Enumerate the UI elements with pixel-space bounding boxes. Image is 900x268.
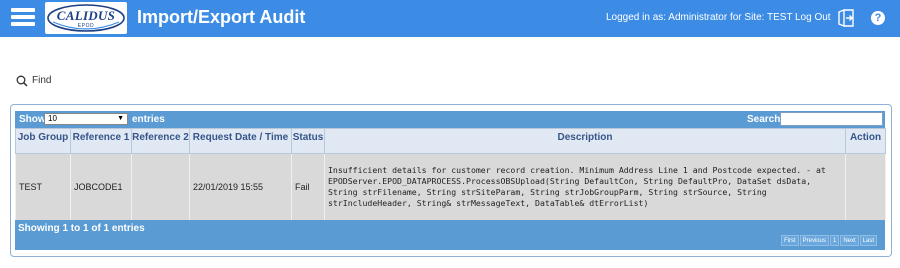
cell-status: Fail <box>291 153 325 221</box>
cell-description: Insufficient details for customer record… <box>324 153 846 221</box>
table-info: Showing 1 to 1 of 1 entries <box>18 223 145 234</box>
column-header-request-date-time[interactable]: Request Date / Time <box>189 128 292 154</box>
help-icon[interactable]: ? <box>871 11 885 25</box>
column-header-status[interactable]: Status <box>291 128 325 154</box>
table-header-row: Job Group Reference 1 Reference 2 Reques… <box>15 128 886 154</box>
search-label: Search: <box>747 114 784 125</box>
table-row[interactable]: TEST JOBCODE1 22/01/2019 15:55 Fail Insu… <box>15 153 886 221</box>
pagination-previous-button[interactable]: Previous <box>799 235 829 246</box>
page-title: Import/Export Audit <box>137 7 306 27</box>
column-header-description[interactable]: Description <box>324 128 846 154</box>
cell-job-group: TEST <box>15 153 71 221</box>
entries-label: entries <box>132 114 165 125</box>
find-label: Find <box>32 75 52 86</box>
entries-select-value: 10 <box>48 114 57 123</box>
hamburger-line <box>11 8 35 12</box>
logout-link[interactable]: Log Out <box>795 12 831 23</box>
logout-icon[interactable] <box>836 8 856 28</box>
audit-table: Job Group Reference 1 Reference 2 Reques… <box>15 128 886 221</box>
pagination-first-button[interactable]: First <box>780 235 799 246</box>
cell-reference-2 <box>131 153 190 221</box>
pagination-next-button[interactable]: Next <box>840 235 859 246</box>
search-icon <box>16 75 28 87</box>
hamburger-line <box>11 22 35 26</box>
pagination: First Previous 1 Next Last <box>780 235 877 247</box>
cell-reference-1: JOBCODE1 <box>70 153 132 221</box>
calidus-logo: CALIDUS EPOD <box>45 2 127 34</box>
cell-action <box>845 153 886 221</box>
entries-per-page-select[interactable]: 10 ▼ <box>44 113 128 125</box>
top-header-bar: CALIDUS EPOD Import/Export Audit Logged … <box>0 0 900 37</box>
column-header-reference-1[interactable]: Reference 1 <box>70 128 132 154</box>
cell-request-date-time: 22/01/2019 15:55 <box>189 153 292 221</box>
pagination-page-button[interactable]: 1 <box>829 235 840 246</box>
table-footer: Showing 1 to 1 of 1 entries First Previou… <box>15 220 885 250</box>
search-input[interactable] <box>780 112 883 126</box>
column-header-action[interactable]: Action <box>845 128 886 154</box>
column-header-job-group[interactable]: Job Group <box>15 128 71 154</box>
logo-subtitle: EPOD <box>77 23 95 29</box>
pagination-last-button[interactable]: Last <box>859 235 877 246</box>
chevron-down-icon: ▼ <box>117 115 124 122</box>
show-label: Show <box>19 114 46 125</box>
hamburger-line <box>11 15 35 19</box>
logo-wordmark: CALIDUS <box>56 8 116 23</box>
hamburger-menu-icon[interactable] <box>11 6 35 28</box>
table-toolbar: Show 10 ▼ entries Search: <box>15 111 885 128</box>
column-header-reference-2[interactable]: Reference 2 <box>131 128 190 154</box>
logged-in-status: Logged in as: Administrator for Site: TE… <box>606 12 793 23</box>
